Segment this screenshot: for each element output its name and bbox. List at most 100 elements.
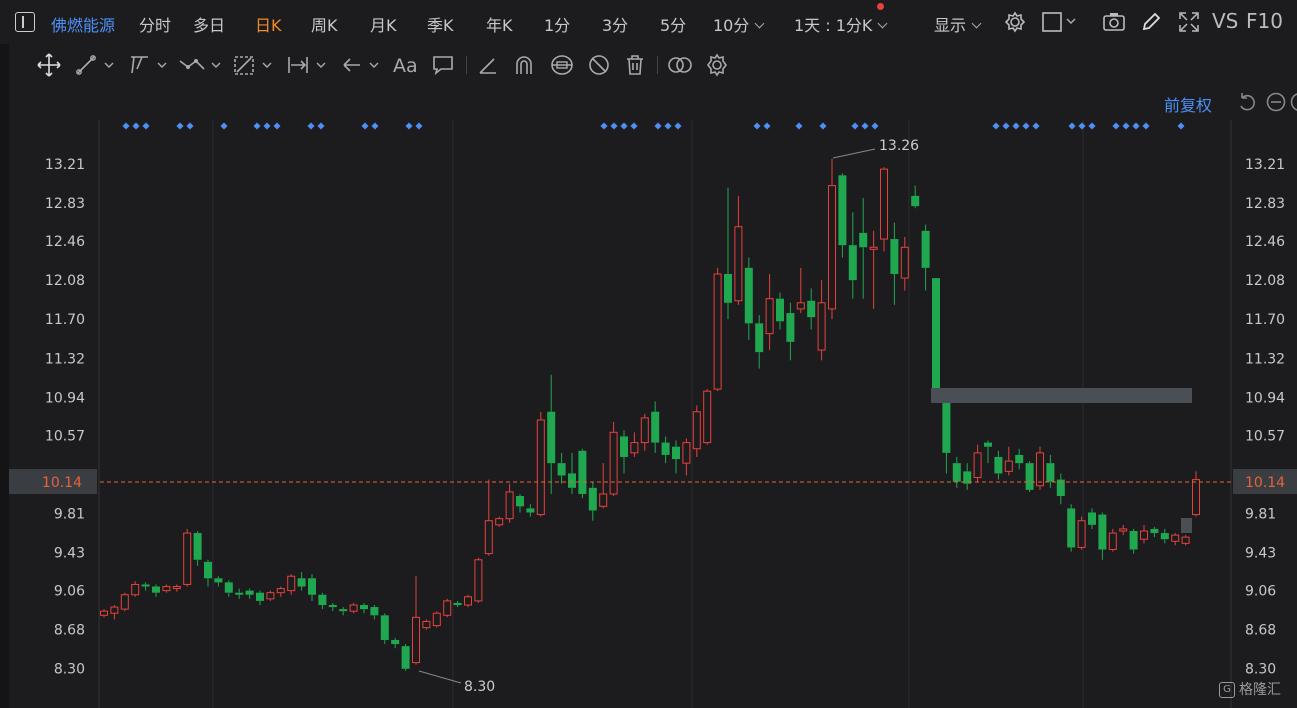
fullscreen-icon[interactable] bbox=[1178, 11, 1200, 33]
event-marker-diamond[interactable] bbox=[630, 122, 638, 130]
tab-fenshi[interactable]: 分时 bbox=[139, 12, 171, 36]
event-marker-diamond[interactable] bbox=[851, 122, 859, 130]
tab-3min[interactable]: 3分 bbox=[602, 12, 628, 36]
event-marker-diamond[interactable] bbox=[307, 122, 315, 130]
current-price-right: 10.14 bbox=[1245, 475, 1285, 491]
event-marker-diamond[interactable] bbox=[753, 122, 761, 130]
event-marker-diamond[interactable] bbox=[132, 122, 140, 130]
candle bbox=[952, 456, 961, 488]
event-marker-diamond[interactable] bbox=[273, 122, 281, 130]
event-marker-diamond[interactable] bbox=[600, 122, 608, 130]
layout-box-icon[interactable] bbox=[1042, 11, 1080, 33]
candle bbox=[120, 592, 129, 612]
event-marker-diamond[interactable] bbox=[1032, 122, 1040, 130]
vs-button[interactable]: VS bbox=[1212, 9, 1238, 33]
event-marker-diamond[interactable] bbox=[795, 122, 803, 130]
angle-tool-icon[interactable] bbox=[476, 53, 500, 77]
event-marker-diamond[interactable] bbox=[1022, 122, 1030, 130]
overlay-circles-icon[interactable] bbox=[667, 53, 693, 77]
tab-zhouk[interactable]: 周K bbox=[311, 12, 338, 36]
event-marker-diamond[interactable] bbox=[819, 122, 827, 130]
arrow-tool-icon[interactable] bbox=[340, 53, 384, 77]
pen-draw-icon[interactable] bbox=[1140, 11, 1162, 33]
price-tick-right: 8.30 bbox=[1245, 662, 1276, 678]
tab-yuek[interactable]: 月K bbox=[370, 12, 397, 36]
event-marker-diamond[interactable] bbox=[1112, 122, 1120, 130]
measure-range-icon[interactable] bbox=[287, 53, 331, 77]
settings-gear-icon[interactable] bbox=[1004, 11, 1026, 33]
text-tool-icon[interactable]: Aa bbox=[393, 53, 419, 77]
polyline-tool-icon[interactable] bbox=[178, 53, 224, 77]
tab-niank[interactable]: 年K bbox=[486, 12, 513, 36]
event-marker-diamond[interactable] bbox=[992, 122, 1000, 130]
price-tick-left: 12.46 bbox=[45, 234, 85, 250]
event-marker-diamond[interactable] bbox=[1012, 122, 1020, 130]
tab-rik[interactable]: 日K bbox=[255, 12, 282, 36]
kline-chart[interactable]: 10.14 10.14 13.21 12.83 12.46 12.08 11.70 11.… bbox=[0, 86, 1297, 708]
event-marker-diamond[interactable] bbox=[674, 122, 682, 130]
move-crosshair-icon[interactable] bbox=[37, 53, 61, 77]
hide-drawings-icon[interactable] bbox=[587, 53, 611, 77]
candle bbox=[828, 158, 836, 320]
event-marker-diamond[interactable] bbox=[1088, 122, 1096, 130]
tab-5min[interactable]: 5分 bbox=[660, 12, 686, 36]
candle bbox=[516, 493, 524, 513]
event-marker-diamond[interactable] bbox=[664, 122, 672, 130]
candle bbox=[308, 574, 316, 601]
candle bbox=[1192, 471, 1200, 517]
event-marker-diamond[interactable] bbox=[861, 122, 869, 130]
sidebar-toggle-icon[interactable] bbox=[15, 12, 35, 32]
line-segment-tool-icon[interactable] bbox=[75, 53, 117, 77]
comment-tool-icon[interactable] bbox=[431, 53, 455, 77]
price-tick-right: 13.21 bbox=[1245, 157, 1285, 173]
tab-duori[interactable]: 多日 bbox=[193, 12, 225, 36]
draw-settings-gear-icon[interactable] bbox=[705, 53, 729, 77]
event-marker-diamond[interactable] bbox=[122, 122, 130, 130]
delete-trash-icon[interactable] bbox=[623, 53, 647, 77]
notification-dot bbox=[877, 3, 884, 10]
stock-name[interactable]: 佛燃能源 bbox=[51, 12, 115, 36]
candle bbox=[422, 619, 431, 630]
event-marker-diamond[interactable] bbox=[317, 122, 325, 130]
event-marker-diamond[interactable] bbox=[1002, 122, 1010, 130]
price-axis-right: 13.21 12.83 12.46 12.08 11.70 11.32 10.94 10.57… bbox=[1245, 157, 1285, 678]
event-marker-diamond[interactable] bbox=[176, 122, 184, 130]
event-marker-diamond[interactable] bbox=[1132, 122, 1140, 130]
event-marker-diamond[interactable] bbox=[253, 122, 261, 130]
event-marker-diamond[interactable] bbox=[654, 122, 662, 130]
event-marker-diamond[interactable] bbox=[1122, 122, 1130, 130]
event-marker-diamond[interactable] bbox=[620, 122, 628, 130]
event-marker-diamond[interactable] bbox=[371, 122, 379, 130]
event-marker-diamond[interactable] bbox=[186, 122, 194, 130]
event-marker-diamond[interactable] bbox=[415, 122, 423, 130]
event-marker-diamond[interactable] bbox=[220, 122, 228, 130]
event-marker-diamond[interactable] bbox=[263, 122, 271, 130]
arc-magnet-icon[interactable] bbox=[512, 53, 536, 77]
low-price-marker: 8.30 bbox=[464, 679, 495, 695]
candle bbox=[734, 195, 743, 305]
event-marker-diamond[interactable] bbox=[871, 122, 879, 130]
event-marker-diamond[interactable] bbox=[142, 122, 150, 130]
price-tick-left: 12.08 bbox=[45, 273, 85, 289]
event-marker-diamond[interactable] bbox=[1142, 122, 1150, 130]
candle bbox=[568, 452, 576, 494]
visibility-eye-icon[interactable] bbox=[549, 53, 575, 77]
channel-tool-icon[interactable] bbox=[128, 53, 170, 77]
fibonacci-tool-icon[interactable] bbox=[233, 53, 277, 77]
drawing-toolbar: Aa bbox=[0, 44, 1297, 86]
f10-button[interactable]: F10 bbox=[1246, 9, 1283, 33]
tab-10min[interactable]: 10分 bbox=[713, 12, 763, 36]
event-marker-diamond[interactable] bbox=[405, 122, 413, 130]
event-marker-diamond[interactable] bbox=[1177, 122, 1185, 130]
tab-jik[interactable]: 季K bbox=[427, 12, 454, 36]
event-marker-diamond[interactable] bbox=[610, 122, 618, 130]
event-marker-diamond[interactable] bbox=[361, 122, 369, 130]
price-tick-left: 8.68 bbox=[54, 623, 85, 639]
event-marker-diamond[interactable] bbox=[763, 122, 771, 130]
event-marker-diamond[interactable] bbox=[1068, 122, 1076, 130]
camera-icon[interactable] bbox=[1102, 11, 1126, 33]
range-select[interactable]: 1天 : 1分K bbox=[794, 12, 886, 36]
display-menu[interactable]: 显示 bbox=[934, 12, 980, 36]
event-marker-diamond[interactable] bbox=[1078, 122, 1086, 130]
tab-1min[interactable]: 1分 bbox=[544, 12, 570, 36]
